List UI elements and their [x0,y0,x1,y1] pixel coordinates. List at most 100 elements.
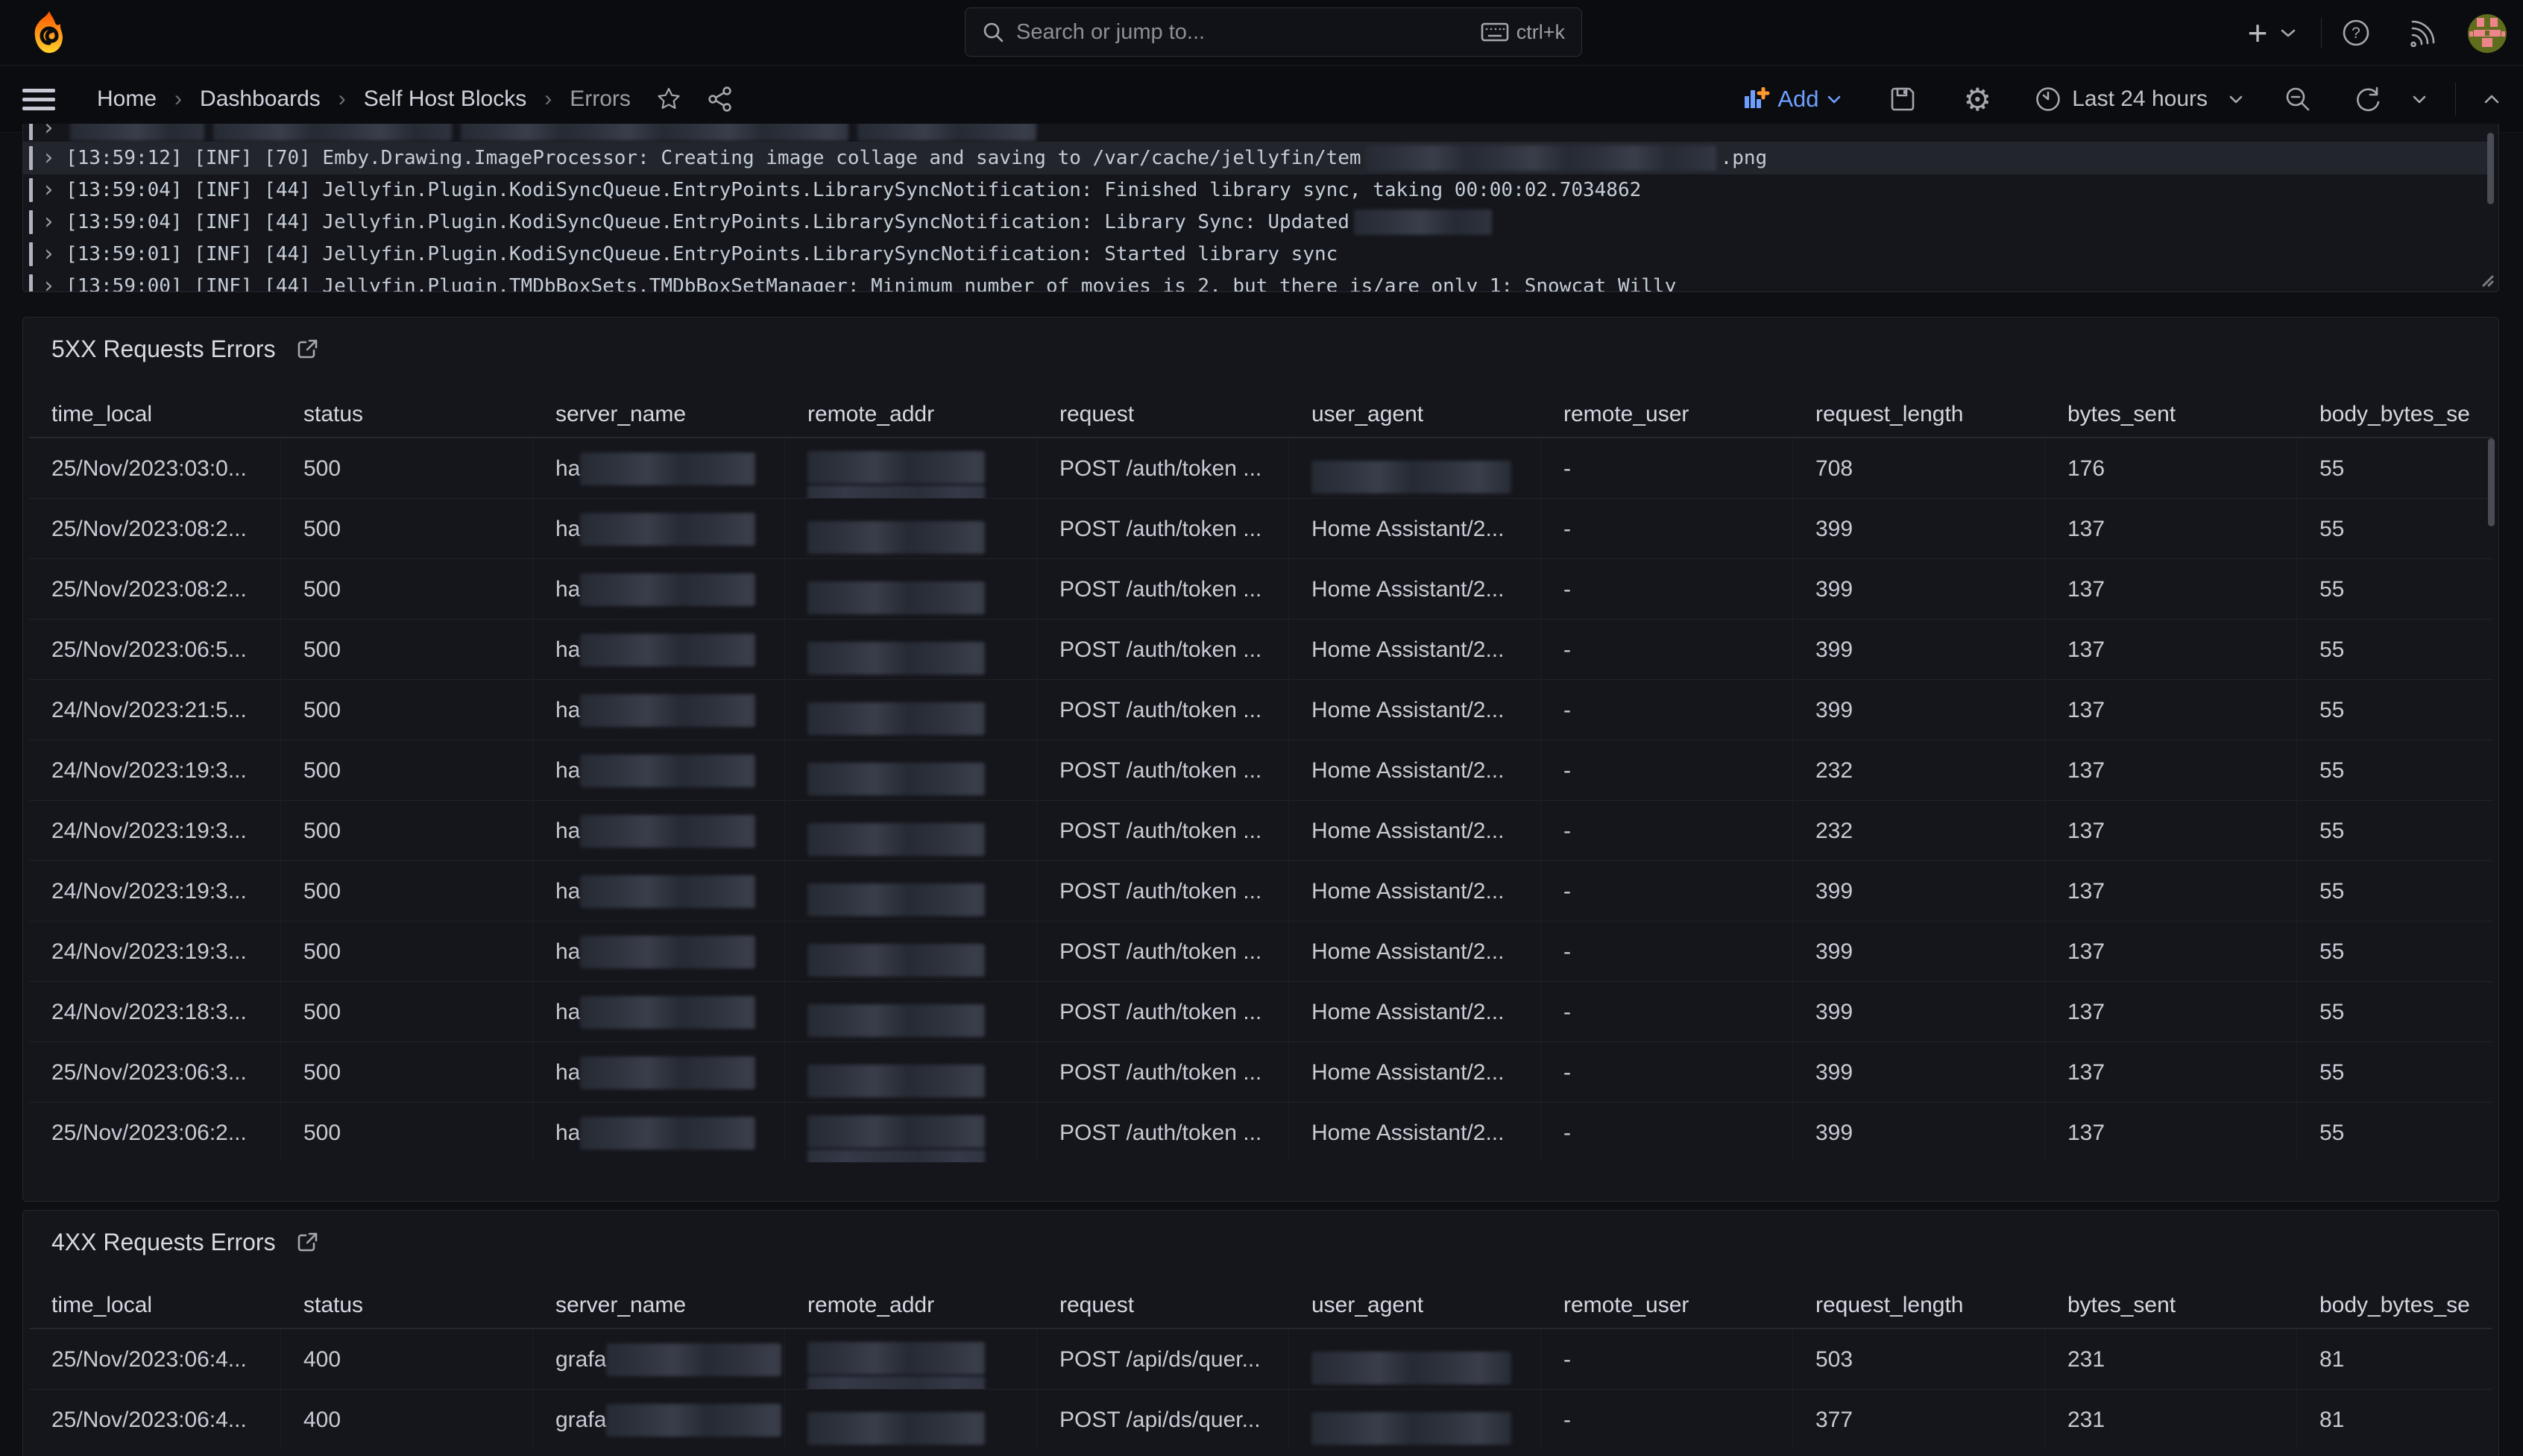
column-header-status[interactable]: status [281,1283,533,1328]
server-name-prefix: grafa [555,1329,606,1389]
cell-request-length: 399 [1793,620,2045,679]
breadcrumb-home[interactable]: Home [97,86,157,112]
user-avatar[interactable] [2468,14,2507,53]
column-header-time_local[interactable]: time_local [29,392,281,437]
breadcrumb-folder[interactable]: Self Host Blocks [364,86,526,112]
external-link-icon[interactable] [295,338,319,362]
cell-status: 500 [281,801,533,860]
grafana-logo-icon[interactable] [31,10,67,55]
svg-text:?: ? [2352,25,2360,42]
panel-header[interactable]: 5XX Requests Errors [51,335,319,363]
column-header-request_length[interactable]: request_length [1793,392,2045,437]
table-row: 24/Nov/2023:19:3...500haPOST /auth/token… [29,800,2492,860]
cell-bytes-sent: 231 [2045,1390,2297,1449]
news-rss-icon[interactable] [2404,0,2442,66]
dashboard-settings-gear-icon[interactable]: ⚙ [1964,81,1992,118]
log-line[interactable]: › [13:59:04] [INF] [44] Jellyfin.Plugin.K… [23,206,2491,239]
column-header-body_bytes_se[interactable]: body_bytes_se [2297,392,2492,437]
log-message-suffix: .png [1721,147,1768,169]
column-header-bytes_sent[interactable]: bytes_sent [2045,392,2297,437]
cell-status: 500 [281,499,533,558]
redacted-text [580,815,755,848]
log-line[interactable]: ›[13:59:04] [INF] [44] Jellyfin.Plugin.K… [23,174,2491,207]
log-expand-chevron-icon[interactable]: › [42,275,55,292]
refresh-icon[interactable] [2354,85,2382,113]
log-expand-chevron-icon[interactable]: › [42,211,55,233]
log-message: [13:59:04] [INF] [44] Jellyfin.Plugin.Ko… [66,211,1349,233]
menu-hamburger-icon[interactable] [22,83,55,116]
cell-remote-user: - [1541,1329,1793,1389]
column-header-time_local[interactable]: time_local [29,1283,281,1328]
collapse-toolbar-chevron-icon[interactable] [2483,93,2501,105]
column-header-user_agent[interactable]: user_agent [1289,392,1541,437]
panel-header[interactable]: 4XX Requests Errors [51,1229,319,1256]
table-scrollbar[interactable] [2488,438,2495,526]
search-input[interactable]: Search or jump to... ctrl+k [965,7,1582,57]
server-name-prefix: ha [555,559,580,619]
column-header-bytes_sent[interactable]: bytes_sent [2045,1283,2297,1328]
log-expand-chevron-icon[interactable]: › [42,124,55,139]
cell-user-agent: Home Assistant/2... [1289,861,1541,921]
cell-status: 500 [281,982,533,1041]
cell-time-local: 25/Nov/2023:06:5... [29,620,281,679]
cell-remote-addr [785,740,1037,800]
external-link-icon[interactable] [295,1231,319,1255]
new-plus-button[interactable]: + [2240,0,2275,66]
cell-request: POST /auth/token ... [1037,1103,1289,1162]
cell-request-length: 399 [1793,1103,2045,1162]
cell-server-name: ha [533,982,785,1041]
redacted-text [1354,209,1492,235]
cell-bytes-sent: 176 [2045,438,2297,498]
cell-time-local: 25/Nov/2023:06:3... [29,1042,281,1102]
redacted-text [70,124,204,141]
column-header-remote_user[interactable]: remote_user [1541,1283,1793,1328]
log-expand-chevron-icon[interactable]: › [42,147,55,169]
refresh-interval-chevron-icon[interactable] [2412,95,2427,104]
redacted-text [807,1004,985,1037]
save-dashboard-icon[interactable] [1889,86,1916,113]
redacted-text [807,451,985,484]
zoom-out-icon[interactable] [2284,85,2312,113]
cell-request-length: 399 [1793,1042,2045,1102]
column-header-user_agent[interactable]: user_agent [1289,1283,1541,1328]
log-level-bar [29,178,33,202]
log-scrollbar[interactable] [2487,133,2494,204]
redacted-text [461,124,848,141]
favorite-star-icon[interactable] [656,86,681,112]
cell-bytes-sent: 137 [2045,861,2297,921]
time-range-picker[interactable]: Last 24 hours [2035,86,2243,113]
redacted-text [807,1412,985,1445]
cell-bytes-sent: 137 [2045,559,2297,619]
share-icon[interactable] [707,86,734,113]
log-line[interactable]: ›[13:59:12] [INF] [70] Emby.Drawing.Imag… [23,142,2491,174]
column-header-remote_user[interactable]: remote_user [1541,392,1793,437]
panel-resize-handle[interactable] [2478,271,2494,287]
cell-status: 500 [281,861,533,921]
column-header-request[interactable]: request [1037,392,1289,437]
table-row: 25/Nov/2023:06:2...500haPOST /auth/token… [29,1102,2492,1162]
help-icon[interactable]: ? [2337,0,2375,66]
breadcrumb-dashboards[interactable]: Dashboards [200,86,321,112]
cell-time-local: 25/Nov/2023:06:2... [29,1103,281,1162]
column-header-server_name[interactable]: server_name [533,1283,785,1328]
column-header-remote_addr[interactable]: remote_addr [785,392,1037,437]
log-line[interactable]: ›[13:59:01] [INF] [44] Jellyfin.Plugin.K… [23,238,2491,271]
log-line[interactable]: ›[13:59:00] [INF] [44] Jellyfin.Plugin.T… [23,270,2491,292]
column-header-remote_addr[interactable]: remote_addr [785,1283,1037,1328]
column-header-status[interactable]: status [281,392,533,437]
log-level-bar [29,274,33,292]
new-chevron-down-icon[interactable] [2275,0,2302,66]
column-header-server_name[interactable]: server_name [533,392,785,437]
add-panel-icon [1743,87,1770,111]
cell-request-length: 399 [1793,921,2045,981]
column-header-request_length[interactable]: request_length [1793,1283,2045,1328]
cell-request: POST /auth/token ... [1037,438,1289,498]
cell-request: POST /auth/token ... [1037,559,1289,619]
column-header-request[interactable]: request [1037,1283,1289,1328]
log-expand-chevron-icon[interactable]: › [42,179,55,201]
column-header-body_bytes_se[interactable]: body_bytes_se [2297,1283,2492,1328]
cell-server-name: ha [533,921,785,981]
log-expand-chevron-icon[interactable]: › [42,243,55,265]
redacted-text [580,634,755,666]
add-button[interactable]: Add [1743,86,1841,113]
